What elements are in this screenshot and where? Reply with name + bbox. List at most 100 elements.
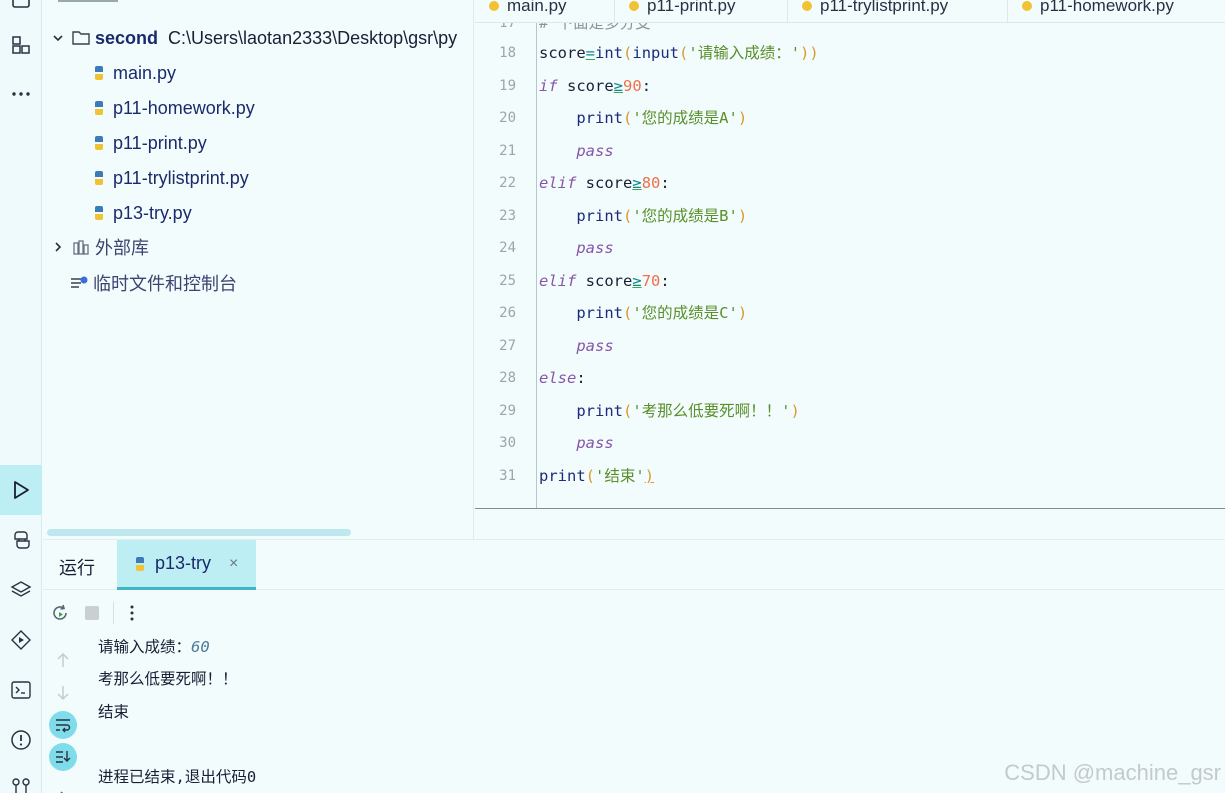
code-line-20: print('您的成绩是A'): [539, 107, 747, 129]
line-number: 22: [499, 175, 516, 191]
scratches-label: 临时文件和控制台: [93, 274, 237, 294]
run-panel-header: 运行 p13-try ×: [43, 540, 1225, 590]
line-number: 21: [499, 143, 516, 159]
editor-tab-bar: main.py p11-print.py p11-trylistprint.py…: [475, 0, 1225, 23]
folder-icon[interactable]: [4, 0, 38, 18]
tree-scratches-consoles[interactable]: 临时文件和控制台: [69, 268, 237, 298]
file-label: p11-trylistprint.py: [113, 167, 249, 188]
code-line-23: print('您的成绩是B'): [539, 205, 747, 227]
scroll-to-end-icon[interactable]: [49, 743, 77, 771]
code-token: '您的成绩是B': [632, 207, 738, 225]
code-token: score: [585, 272, 633, 290]
chevron-right-icon[interactable]: [51, 241, 65, 253]
tree-file-p11-trylistprint[interactable]: p11-trylistprint.py: [89, 163, 249, 193]
code-token: '请输入成绩：': [688, 44, 801, 62]
terminal-icon[interactable]: [4, 673, 38, 707]
rerun-icon[interactable]: [49, 602, 71, 624]
file-label: p11-homework.py: [113, 97, 255, 118]
python-file-icon: [802, 1, 812, 11]
python-file-icon: [489, 1, 499, 11]
git-icon[interactable]: [4, 770, 38, 793]
code-token: print: [576, 207, 623, 225]
scroll-up-icon[interactable]: [49, 646, 77, 674]
code-token: ≥: [632, 272, 642, 290]
code-token: pass: [576, 434, 614, 452]
python-console-icon[interactable]: [4, 523, 38, 557]
line-number: 27: [499, 338, 516, 354]
code-line-31: print('结束'): [539, 465, 654, 487]
tab-label: main.py: [507, 0, 567, 15]
code-token: elif: [539, 174, 577, 192]
code-token: (: [623, 109, 633, 127]
code-token: (: [679, 44, 689, 62]
code-token: )): [800, 44, 819, 62]
code-token: score: [539, 44, 586, 62]
tab-main-py[interactable]: main.py: [475, 0, 615, 22]
code-token: pass: [576, 142, 614, 160]
scroll-down-icon[interactable]: [49, 679, 77, 707]
code-token: else: [539, 369, 577, 387]
code-token: 70: [641, 272, 661, 290]
code-token: ): [644, 467, 655, 485]
code-line-29: print('考那么低要死啊！！'): [539, 400, 800, 422]
more-icon[interactable]: [4, 77, 38, 111]
run-tool-icon[interactable]: [0, 465, 42, 515]
stop-icon[interactable]: [81, 602, 103, 624]
tree-file-main[interactable]: main.py: [89, 58, 176, 88]
line-number: 24: [499, 240, 516, 256]
tree-file-p11-homework[interactable]: p11-homework.py: [89, 93, 255, 123]
comment-text: # 下面是多分支: [539, 23, 651, 32]
project-tool-window: second C:\Users\laotan2333\Desktop\gsr\p…: [43, 0, 474, 540]
tab-p11-trylistprint-py[interactable]: p11-trylistprint.py: [788, 0, 1008, 22]
console-prompt-text: 请输入成绩：: [98, 638, 192, 656]
soft-wrap-icon[interactable]: [49, 711, 77, 739]
tree-file-p13-try[interactable]: p13-try.py: [89, 198, 192, 228]
run-tab-p13-try[interactable]: p13-try ×: [117, 540, 256, 590]
code-token: (: [623, 207, 633, 225]
watermark: CSDN @machine_gsr: [1004, 760, 1221, 785]
console-line-prompt: 请输入成绩：60: [98, 636, 210, 658]
line-number: 25: [499, 273, 516, 289]
code-token: print: [576, 304, 623, 322]
tree-root-second[interactable]: second C:\Users\laotan2333\Desktop\gsr\p…: [51, 23, 457, 53]
code-line-25: elif score≥70:: [539, 272, 670, 290]
line-number: 17: [499, 23, 516, 31]
chevron-down-icon[interactable]: [51, 32, 65, 44]
code-token: '您的成绩是A': [632, 109, 738, 127]
structure-icon[interactable]: [4, 28, 38, 62]
problems-icon[interactable]: [4, 723, 38, 757]
python-file-icon: [89, 98, 109, 118]
tab-p11-homework-py[interactable]: p11-homework.py: [1008, 0, 1225, 22]
python-file-icon: [89, 168, 109, 188]
library-icon: [71, 237, 91, 257]
tab-p11-print-py[interactable]: p11-print.py: [615, 0, 788, 22]
code-editor[interactable]: 17 18 19 20 21 22 23 24 25 26 27 28 29 3…: [475, 23, 1225, 508]
file-label: main.py: [113, 62, 177, 83]
code-token: (: [623, 44, 633, 62]
services-icon[interactable]: [4, 623, 38, 657]
more-options-icon[interactable]: [121, 602, 143, 624]
line-number: 26: [499, 305, 516, 321]
code-token: =: [585, 44, 596, 62]
tab-label: p11-trylistprint.py: [820, 0, 949, 15]
code-line-28: else:: [539, 369, 586, 387]
chevron-right-icon[interactable]: [49, 782, 77, 793]
external-libraries-label: 外部库: [95, 238, 149, 258]
layers-icon[interactable]: [4, 573, 38, 607]
line-number: 23: [499, 208, 516, 224]
file-label: p13-try.py: [113, 202, 192, 223]
line-number-gutter: 17 18 19 20 21 22 23 24 25 26 27 28 29 3…: [475, 23, 537, 508]
tab-label: p11-homework.py: [1040, 0, 1174, 15]
horizontal-scrollbar[interactable]: [47, 529, 351, 536]
python-file-icon: [629, 1, 639, 11]
code-token: '考那么低要死啊！！': [632, 402, 791, 420]
tree-file-p11-print[interactable]: p11-print.py: [89, 128, 207, 158]
close-icon[interactable]: ×: [229, 555, 238, 573]
code-token: int: [595, 44, 624, 62]
folder-icon: [71, 28, 91, 48]
tree-external-libraries[interactable]: 外部库: [51, 232, 149, 262]
python-file-icon: [89, 63, 109, 83]
tab-label: p11-print.py: [647, 0, 736, 15]
console-user-input: 60: [191, 638, 210, 656]
code-line-19: if score≥90:: [539, 77, 652, 95]
